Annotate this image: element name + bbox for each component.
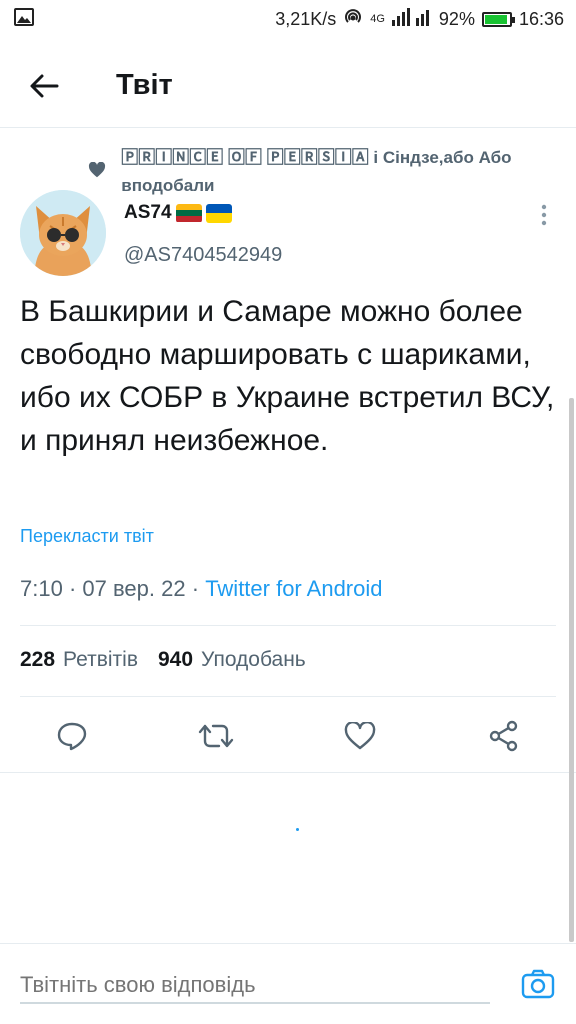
page-title: Твіт <box>116 69 173 101</box>
retweets-count: 228 <box>20 648 56 671</box>
social-context-text[interactable]: 🄿🅁🄸🄽🄲🄴 🄾🄵 🄿🄴🅁🅂🄸🄰 і Сіндзе,або Або вподоб… <box>121 144 558 200</box>
retweet-icon <box>198 724 234 748</box>
heart-filled-icon <box>88 161 111 183</box>
divider <box>20 625 556 626</box>
tweet-stats: 228 Ретвітів 940 Уподобань <box>20 648 306 672</box>
tweet-source[interactable]: Twitter for Android <box>205 576 382 601</box>
divider <box>20 696 556 697</box>
battery-percent: 92% <box>438 8 475 29</box>
retweet-button[interactable] <box>196 716 236 756</box>
translate-link[interactable]: Перекласти твіт <box>20 526 154 547</box>
network-speed: 3,21K/s <box>275 8 337 29</box>
tweet-actions <box>0 708 576 764</box>
battery-icon <box>481 11 515 27</box>
share-button[interactable] <box>484 716 524 756</box>
heart-icon <box>344 722 376 750</box>
tweet-text: В Башкирии и Самаре можно более свободно… <box>20 295 555 457</box>
separator: · <box>68 576 83 601</box>
lithuania-flag-icon <box>175 203 202 223</box>
ukraine-flag-icon <box>205 203 232 223</box>
author-name[interactable]: AS74 <box>124 202 232 224</box>
loading-indicator <box>296 828 299 831</box>
clock: 16:36 <box>518 8 564 29</box>
reply-input[interactable] <box>20 968 490 1004</box>
author-display-name: AS74 <box>124 202 172 223</box>
network-type: 4G <box>370 13 385 25</box>
likes-stat[interactable]: 940 Уподобань <box>158 648 306 672</box>
tweet-time: 7:10 <box>20 576 63 601</box>
more-options-button[interactable] <box>530 204 558 232</box>
arrow-left-icon <box>30 74 59 97</box>
reply-button[interactable] <box>52 716 92 756</box>
app-bar: Твіт <box>0 44 576 128</box>
likes-count: 940 <box>158 648 194 671</box>
author-handle[interactable]: @AS7404542949 <box>124 244 282 267</box>
back-button[interactable] <box>14 56 74 116</box>
more-vertical-icon <box>541 204 547 226</box>
camera-icon <box>521 969 555 999</box>
tweet-meta: 7:10 · 07 вер. 22 · Twitter for Android <box>20 576 383 602</box>
camera-button[interactable] <box>518 964 558 1004</box>
reply-bar <box>0 944 576 1024</box>
signal-icon <box>391 7 432 31</box>
divider <box>0 772 576 773</box>
share-icon <box>489 720 518 752</box>
like-button[interactable] <box>340 716 380 756</box>
status-bar: 3,21K/s 4G 92% 16:36 <box>0 0 576 38</box>
hotspot-icon <box>343 7 363 32</box>
retweets-label: Ретвітів <box>63 648 138 671</box>
reply-icon <box>57 722 87 751</box>
avatar[interactable] <box>20 190 106 276</box>
scrollbar[interactable] <box>569 398 574 942</box>
social-context: 🄿🅁🄸🄽🄲🄴 🄾🄵 🄿🄴🅁🅂🄸🄰 і Сіндзе,або Або вподоб… <box>88 144 558 200</box>
likes-label: Уподобань <box>201 648 306 671</box>
tweet-date: 07 вер. 22 <box>82 576 186 601</box>
separator: · <box>191 576 206 601</box>
retweets-stat[interactable]: 228 Ретвітів <box>20 648 138 672</box>
gallery-icon <box>14 7 34 31</box>
